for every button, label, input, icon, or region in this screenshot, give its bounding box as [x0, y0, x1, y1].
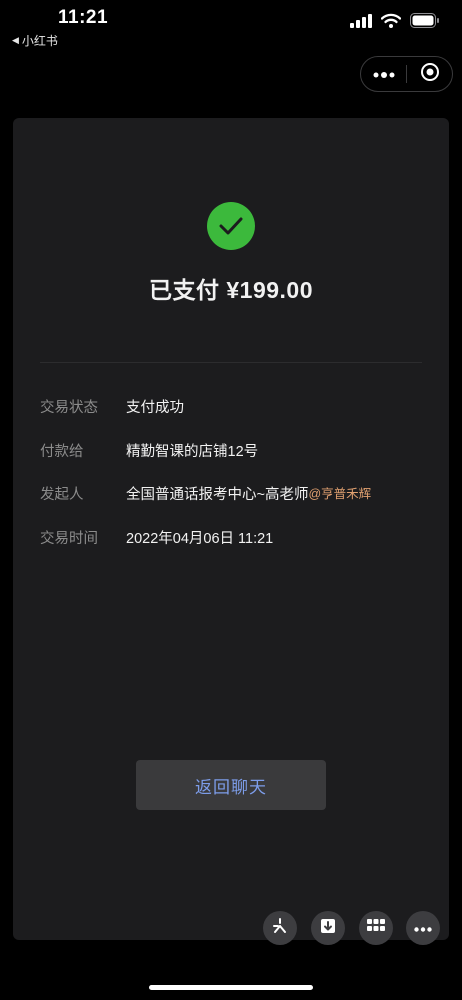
checkmark-icon	[207, 202, 255, 250]
sparkle-button[interactable]	[263, 911, 297, 945]
signal-icon	[350, 13, 372, 33]
miniprogram-capsule	[360, 56, 453, 92]
detail-row-payee: 付款给 精勤智课的店铺12号	[40, 440, 430, 484]
back-arrow-icon: ◀	[12, 35, 19, 45]
home-indicator[interactable]	[149, 985, 313, 990]
download-icon	[319, 917, 337, 940]
ellipsis-icon	[414, 919, 432, 937]
back-to-app-link[interactable]: ◀ 小红书	[12, 32, 58, 49]
detail-label: 交易时间	[40, 530, 98, 547]
divider	[40, 362, 422, 363]
back-app-label: 小红书	[21, 34, 58, 48]
more-icon	[373, 65, 395, 83]
more-button[interactable]	[361, 57, 406, 91]
detail-label: 付款给	[40, 443, 84, 460]
status-time: 11:21	[58, 7, 109, 28]
detail-row-status: 交易状态 支付成功	[40, 396, 430, 440]
transaction-details: 交易状态 支付成功 付款给 精勤智课的店铺12号 发起人 全国普通话报考中心~高…	[40, 396, 430, 570]
status-bar: 11:21 ◀ 小红书	[0, 0, 462, 56]
grid-button[interactable]	[359, 911, 393, 945]
return-to-chat-button[interactable]: 返回聊天	[136, 760, 326, 810]
detail-row-initiator: 发起人 全国普通话报考中心~高老师 @亨普禾辉	[40, 483, 430, 527]
detail-value: 全国普通话报考中心~高老师	[126, 487, 309, 503]
payment-amount: 已支付 ¥199.00	[148, 277, 314, 303]
detail-value: 2022年04月06日 11:21	[126, 530, 274, 547]
sparkle-icon	[271, 917, 289, 940]
system-icons	[350, 13, 440, 33]
initiator-mention: @亨普禾辉	[308, 487, 372, 501]
detail-row-time: 交易时间 2022年04月06日 11:21	[40, 527, 430, 571]
battery-icon	[410, 13, 440, 33]
detail-label: 发起人	[40, 487, 84, 503]
target-icon	[420, 62, 440, 87]
detail-value: 精勤智课的店铺12号	[126, 443, 259, 460]
download-button[interactable]	[311, 911, 345, 945]
wifi-icon	[380, 13, 402, 33]
detail-label: 交易状态	[40, 400, 98, 416]
payment-result-card: 已支付 ¥199.00 交易状态 支付成功 付款给 精勤智课的店铺12号 发起人…	[13, 118, 449, 940]
grid-icon	[367, 918, 385, 938]
close-miniprogram-button[interactable]	[407, 57, 452, 91]
detail-value: 支付成功	[126, 400, 184, 416]
ellipsis-button[interactable]	[406, 911, 440, 945]
